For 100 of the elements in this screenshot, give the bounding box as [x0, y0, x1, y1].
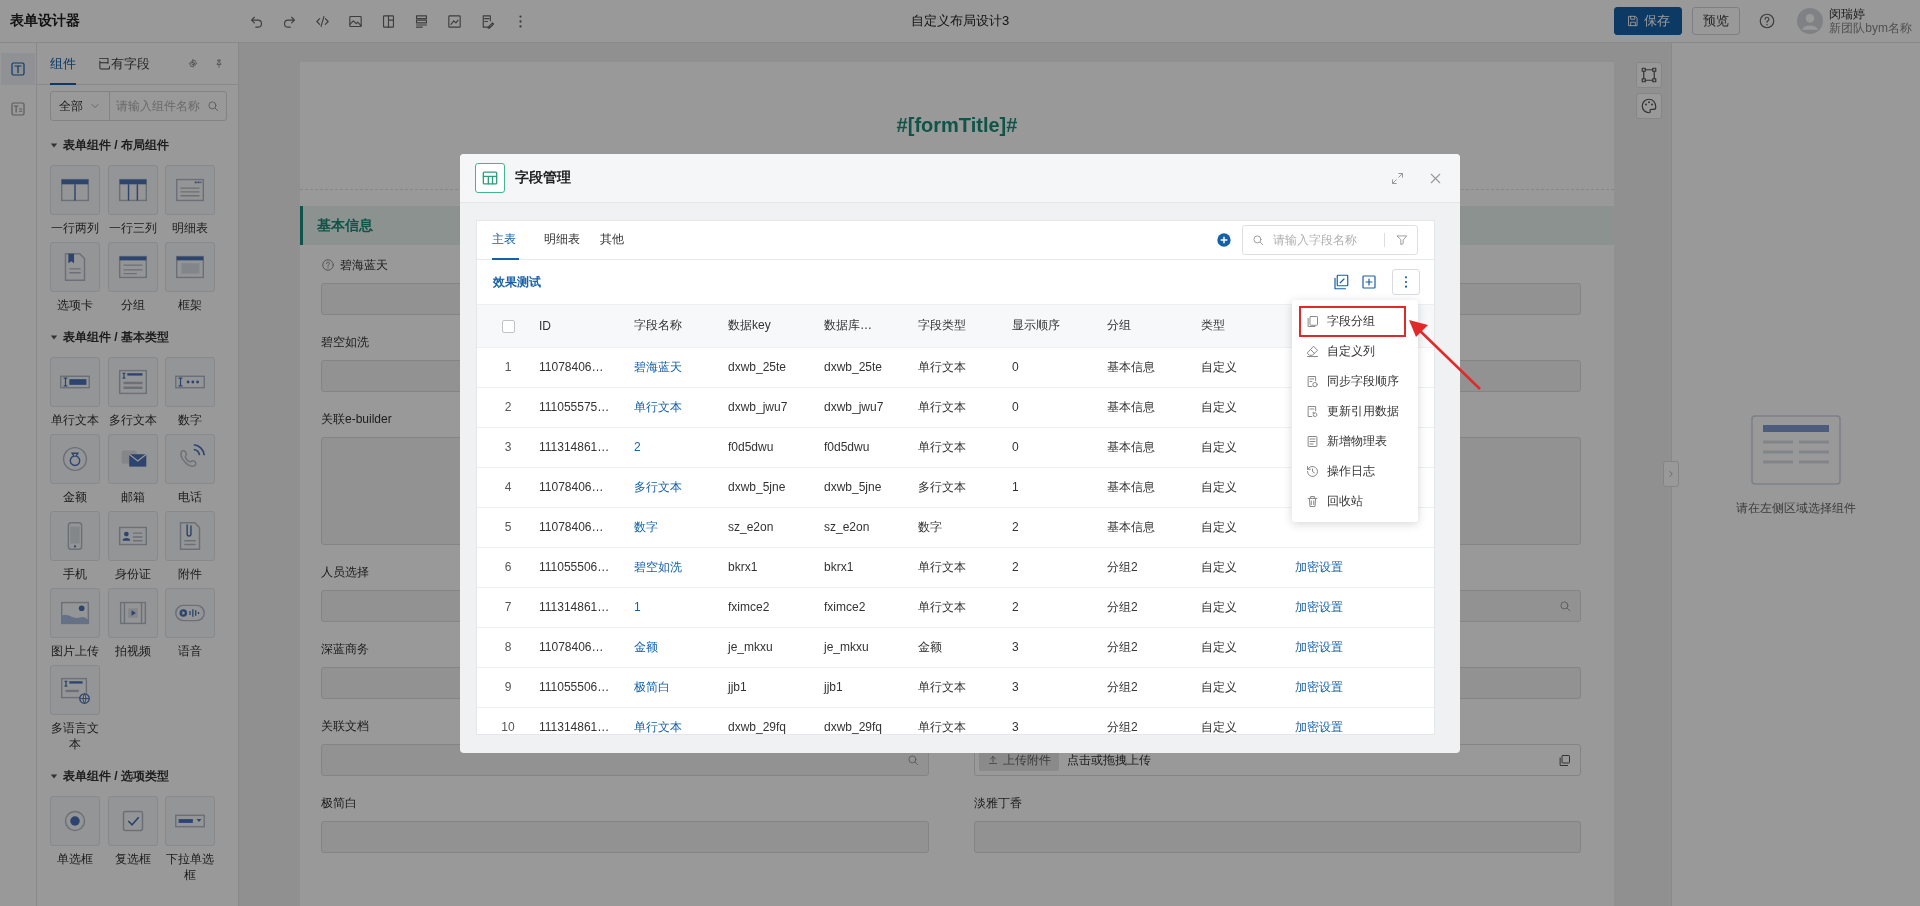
table-cell: 0 — [1012, 387, 1107, 427]
table-cell: 111055575… — [539, 387, 634, 427]
table-cell: jjb1 — [728, 667, 824, 707]
field-name-link[interactable]: 单行文本 — [634, 707, 728, 734]
palette-icon[interactable] — [1640, 97, 1658, 115]
encryption-settings-link[interactable]: 加密设置 — [1295, 599, 1343, 614]
component-tile[interactable] — [107, 511, 158, 561]
component-tile[interactable] — [165, 796, 215, 846]
caret-icon[interactable] — [50, 772, 58, 780]
component-tile[interactable] — [107, 796, 158, 846]
filter-select[interactable]: 全部 — [59, 97, 83, 115]
table-cell: dxwb_5jne — [824, 467, 918, 507]
filter-icon[interactable] — [1395, 233, 1409, 247]
field-name-link[interactable]: 数字 — [634, 507, 728, 547]
preview-button[interactable]: 预览 — [1692, 7, 1741, 35]
stacked-rows-icon[interactable] — [413, 12, 430, 30]
empty-hint: 请在左侧区域选择组件 — [1736, 500, 1856, 517]
table-cell: dxwb_5jne — [728, 467, 824, 507]
table-cell: 11078406… — [539, 507, 634, 547]
field-name-link[interactable]: 碧海蓝天 — [634, 347, 728, 387]
tile-label: 一行三列 — [107, 220, 158, 236]
table-cell: dxwb_25te — [824, 347, 918, 387]
caret-icon[interactable] — [50, 141, 58, 149]
field-name-link[interactable]: 多行文本 — [634, 467, 728, 507]
encryption-settings-link[interactable]: 加密设置 — [1295, 559, 1343, 574]
component-tile[interactable] — [50, 357, 100, 407]
copy-icon[interactable] — [1557, 752, 1572, 768]
component-tile[interactable] — [50, 665, 100, 715]
group-title: 表单组件 / 布局组件 — [63, 137, 169, 153]
component-tile[interactable] — [50, 511, 100, 561]
collapse-handle[interactable] — [1663, 461, 1679, 487]
component-tile[interactable] — [107, 588, 158, 638]
table-cell: bkrx1 — [728, 547, 824, 587]
add-icon[interactable] — [1216, 232, 1232, 248]
component-tile[interactable] — [107, 357, 158, 407]
menu-item[interactable]: 回收站 — [1292, 486, 1418, 516]
chart-frame-icon[interactable] — [446, 12, 463, 30]
table-cell: 单行文本 — [918, 427, 1012, 467]
document-refresh-icon — [1305, 403, 1320, 419]
field-name-link[interactable]: 2 — [634, 427, 728, 467]
component-tile[interactable] — [165, 434, 215, 484]
component-tile[interactable] — [165, 165, 215, 215]
column-header: 字段名称 — [634, 305, 728, 347]
component-tile[interactable] — [107, 434, 158, 484]
table-cell: 3 — [1012, 667, 1107, 707]
column-header: ID — [539, 305, 634, 347]
column-header: 字段类型 — [918, 305, 1012, 347]
component-tile[interactable] — [165, 588, 215, 638]
save-icon — [1626, 14, 1641, 28]
tab[interactable]: 主表 — [492, 221, 519, 260]
sidebar-tab[interactable]: 已有字段 — [98, 43, 150, 85]
component-tile[interactable] — [50, 165, 100, 215]
component-tile[interactable] — [50, 242, 100, 292]
menu-item[interactable]: 更新引用数据 — [1292, 396, 1418, 426]
field-name-link[interactable]: 1 — [634, 587, 728, 627]
field-name-link[interactable]: 极简白 — [634, 667, 728, 707]
expand-icon[interactable] — [1390, 170, 1405, 186]
table-cell: 11078406… — [539, 467, 634, 507]
table-cell: 1 — [1012, 467, 1107, 507]
component-tile[interactable] — [107, 242, 158, 292]
encryption-settings-link[interactable]: 加密设置 — [1295, 679, 1343, 694]
component-tile[interactable] — [50, 796, 100, 846]
table-cell: 单行文本 — [918, 707, 1012, 734]
component-tile[interactable] — [165, 242, 215, 292]
sidebar-tab[interactable]: 组件 — [50, 43, 76, 85]
trash-icon — [1305, 493, 1320, 509]
menu-item[interactable]: 新增物理表 — [1292, 426, 1418, 456]
search-field[interactable]: 请输入字段名称 — [1271, 232, 1378, 248]
component-tile[interactable] — [50, 434, 100, 484]
user-name: 闵瑞婷 — [1829, 7, 1867, 21]
table-cell: 单行文本 — [918, 547, 1012, 587]
chevron-right-icon — [1666, 469, 1676, 479]
copy-edit-icon[interactable] — [1332, 273, 1350, 291]
component-tile[interactable] — [165, 511, 215, 561]
search-box[interactable]: 请输入字段名称 — [1242, 225, 1418, 255]
add-square-icon[interactable] — [1360, 273, 1378, 291]
table-cell: 自定义 — [1201, 627, 1295, 667]
encryption-settings-link[interactable]: 加密设置 — [1295, 639, 1343, 654]
caret-icon[interactable] — [50, 333, 58, 341]
form-title: #[formTitle]# — [896, 114, 1018, 137]
checkbox[interactable] — [501, 319, 515, 333]
component-tile[interactable] — [107, 165, 158, 215]
table-cell: 数字 — [918, 507, 1012, 547]
dialog-title: 字段管理 — [515, 169, 571, 187]
field-name-link[interactable]: 金额 — [634, 627, 728, 667]
menu-item[interactable]: 自定义列 — [1292, 336, 1418, 366]
save-button[interactable]: 保存 — [1614, 7, 1683, 35]
field-name-link[interactable]: 碧空如洗 — [634, 547, 728, 587]
component-tile[interactable] — [165, 357, 215, 407]
settings-icon[interactable] — [188, 56, 198, 71]
component-tile[interactable] — [50, 588, 100, 638]
rail-tab[interactable] — [1, 53, 35, 85]
node-frame-icon[interactable] — [1640, 66, 1658, 84]
split-layout-icon[interactable] — [380, 12, 397, 30]
menu-item[interactable]: 操作日志 — [1292, 456, 1418, 486]
field-name-link[interactable]: 单行文本 — [634, 387, 728, 427]
table-cell: 111055506… — [539, 547, 634, 587]
help-icon[interactable] — [1757, 12, 1776, 30]
encryption-settings-link[interactable]: 加密设置 — [1295, 719, 1343, 734]
menu-item[interactable]: 同步字段顺序 — [1292, 366, 1418, 396]
